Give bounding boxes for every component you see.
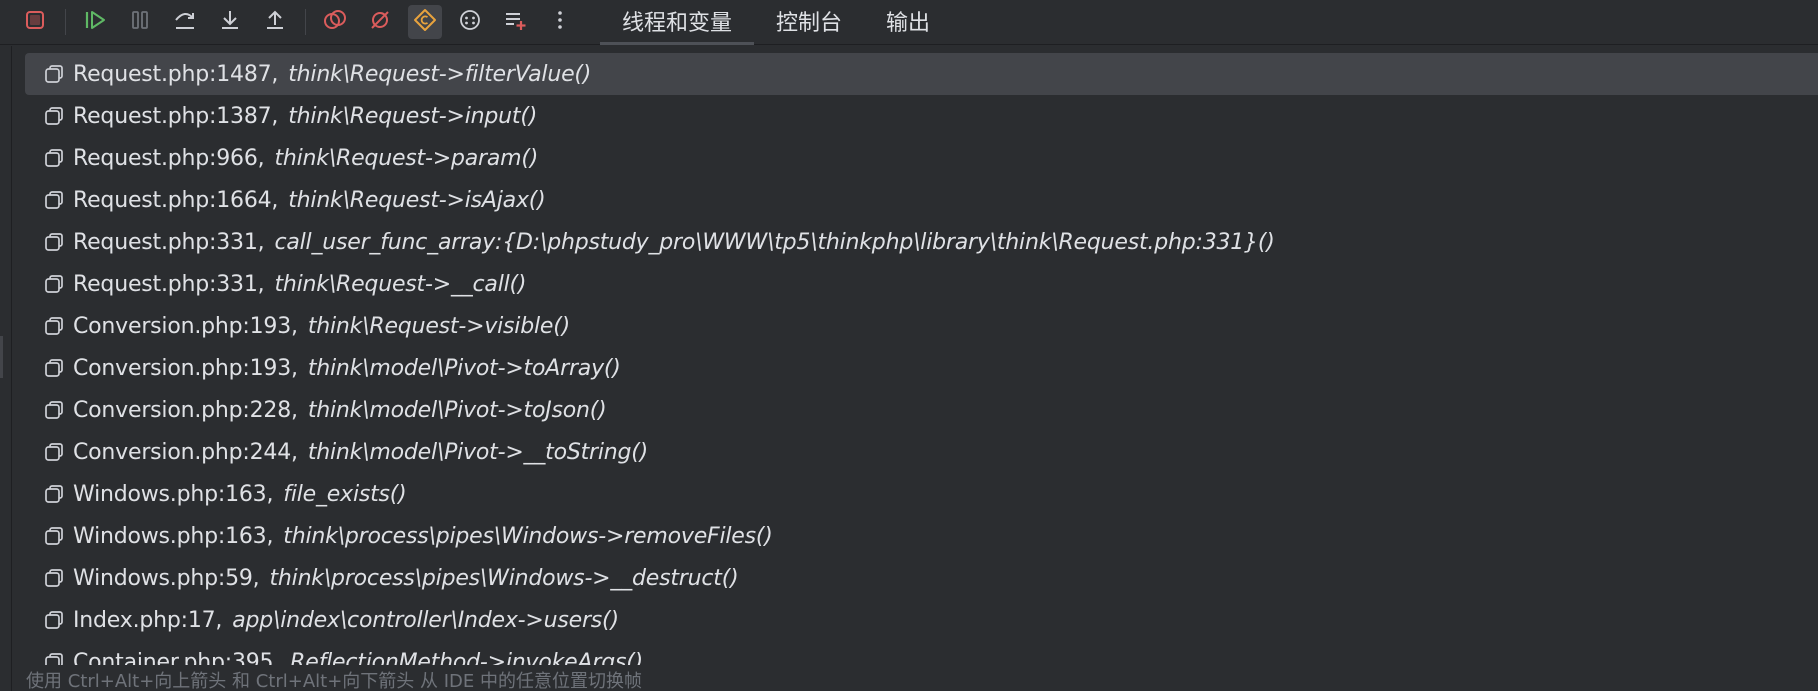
frame-location: Request.php:966, xyxy=(73,145,265,171)
frame-row[interactable]: Windows.php:59, think\process\pipes\Windo… xyxy=(25,557,1818,599)
frame-row[interactable]: Conversion.php:193, think\Request->visibl… xyxy=(25,305,1818,347)
frame-row[interactable]: Request.php:1387, think\Request->input() xyxy=(25,95,1818,137)
stack-frame-icon xyxy=(43,609,65,631)
frame-location: Conversion.php:193, xyxy=(73,355,298,381)
stop-on-first-line-button[interactable] xyxy=(408,5,442,39)
frame-location: Request.php:331, xyxy=(73,271,265,297)
frame-location: Index.php:17, xyxy=(73,607,223,633)
frame-location: Windows.php:163, xyxy=(73,523,274,549)
step-over-button[interactable] xyxy=(168,5,202,39)
frame-location: Container.php:395, xyxy=(73,649,281,666)
pause-button[interactable] xyxy=(123,5,157,39)
frame-row[interactable]: Container.php:395, ReflectionMethod->invo… xyxy=(25,641,1818,665)
toolbar-separator xyxy=(305,9,306,35)
frame-row[interactable]: Index.php:17, app\index\controller\Index-… xyxy=(25,599,1818,641)
frame-function: think\model\Pivot->__toString() xyxy=(307,439,649,465)
resume-button[interactable] xyxy=(78,5,112,39)
frame-location: Windows.php:59, xyxy=(73,565,260,591)
frame-row[interactable]: Request.php:331, call_user_func_array:{D:… xyxy=(25,221,1818,263)
frame-location: Request.php:1387, xyxy=(73,103,279,129)
view-breakpoints-button[interactable] xyxy=(318,5,352,39)
add-watch-button[interactable] xyxy=(498,5,532,39)
stack-frame-icon xyxy=(43,483,65,505)
frame-location: Request.php:331, xyxy=(73,229,265,255)
stack-frame-icon xyxy=(43,273,65,295)
debug-more-icon xyxy=(458,8,482,36)
frame-location: Windows.php:163, xyxy=(73,481,274,507)
tab-output[interactable]: 输出 xyxy=(864,0,952,45)
frame-function: app\index\controller\Index->users() xyxy=(232,607,619,633)
frame-location: Conversion.php:193, xyxy=(73,313,298,339)
frame-row[interactable]: Windows.php:163, think\process\pipes\Wind… xyxy=(25,515,1818,557)
step-into-icon xyxy=(219,9,241,35)
stack-frame-icon xyxy=(43,567,65,589)
stop-icon xyxy=(24,9,46,35)
step-into-button[interactable] xyxy=(213,5,247,39)
frame-row[interactable]: Request.php:966, think\Request->param() xyxy=(25,137,1818,179)
frame-function: think\process\pipes\Windows->removeFiles… xyxy=(283,523,773,549)
stack-frame-icon xyxy=(43,651,65,665)
frame-row[interactable]: Windows.php:163, file_exists() xyxy=(25,473,1818,515)
more-options-button[interactable] xyxy=(543,5,577,39)
frame-function: think\process\pipes\Windows->__destruct(… xyxy=(269,565,739,591)
debug-more-button[interactable] xyxy=(453,5,487,39)
debug-toolbar: 线程和变量 控制台 输出 xyxy=(0,0,1818,45)
status-hint: 使用 Ctrl+Alt+向上箭头 和 Ctrl+Alt+向下箭头 从 IDE 中… xyxy=(26,671,642,691)
step-over-icon xyxy=(173,9,197,35)
stack-frame-icon xyxy=(43,357,65,379)
stack-frame-icon xyxy=(43,525,65,547)
frame-function: think\Request->param() xyxy=(274,145,539,171)
step-out-icon xyxy=(264,9,286,35)
debug-tool-window: 线程和变量 控制台 输出 Request.php:1487, think\Requ… xyxy=(0,0,1818,691)
stack-frame-icon xyxy=(43,147,65,169)
toolbar-separator xyxy=(65,9,66,35)
gutter-resize-handle[interactable] xyxy=(0,336,3,378)
frame-row[interactable]: Conversion.php:228, think\model\Pivot->to… xyxy=(25,389,1818,431)
frame-row[interactable]: Conversion.php:244, think\model\Pivot->__… xyxy=(25,431,1818,473)
mute-breakpoints-button[interactable] xyxy=(363,5,397,39)
more-options-icon xyxy=(555,9,565,35)
frame-function: think\Request->filterValue() xyxy=(288,61,592,87)
frame-function: think\model\Pivot->toJson() xyxy=(307,397,607,423)
stack-frame-icon xyxy=(43,105,65,127)
tab-threads-variables[interactable]: 线程和变量 xyxy=(600,0,755,45)
frame-function: call_user_func_array:{D:\phpstudy_pro\WW… xyxy=(274,229,1275,255)
debug-tabs: 线程和变量 控制台 输出 xyxy=(600,0,952,45)
add-watch-icon xyxy=(503,8,527,36)
frame-function: ReflectionMethod->invokeArgs() xyxy=(290,649,643,666)
stop-on-first-line-icon xyxy=(413,8,437,36)
frame-row[interactable]: Request.php:1664, think\Request->isAjax() xyxy=(25,179,1818,221)
frame-function: think\Request->visible() xyxy=(307,313,570,339)
frame-function: think\Request->input() xyxy=(288,103,538,129)
frame-row[interactable]: Request.php:331, think\Request->__call() xyxy=(25,263,1818,305)
stack-frame-icon xyxy=(43,231,65,253)
stop-button[interactable] xyxy=(18,5,52,39)
view-breakpoints-icon xyxy=(323,9,347,35)
frame-row[interactable]: Request.php:1487, think\Request->filterVa… xyxy=(25,53,1818,95)
frame-function: think\Request->isAjax() xyxy=(288,187,546,213)
stack-frame-icon xyxy=(43,441,65,463)
frames-list: Request.php:1487, think\Request->filterVa… xyxy=(25,53,1818,665)
stack-frame-icon xyxy=(43,63,65,85)
frame-location: Conversion.php:244, xyxy=(73,439,298,465)
stack-frame-icon xyxy=(43,189,65,211)
frame-function: think\Request->__call() xyxy=(274,271,527,297)
stack-frame-icon xyxy=(43,315,65,337)
tab-console[interactable]: 控制台 xyxy=(754,0,864,45)
toolbar-actions xyxy=(0,0,588,45)
step-out-button[interactable] xyxy=(258,5,292,39)
pause-icon xyxy=(129,9,151,35)
stack-frame-icon xyxy=(43,399,65,421)
frame-location: Request.php:1487, xyxy=(73,61,279,87)
frame-location: Request.php:1664, xyxy=(73,187,279,213)
frame-function: think\model\Pivot->toArray() xyxy=(307,355,621,381)
frame-location: Conversion.php:228, xyxy=(73,397,298,423)
left-gutter xyxy=(0,46,12,691)
frame-function: file_exists() xyxy=(283,481,407,507)
frame-row[interactable]: Conversion.php:193, think\model\Pivot->to… xyxy=(25,347,1818,389)
mute-breakpoints-icon xyxy=(369,9,391,35)
resume-icon xyxy=(83,9,107,35)
